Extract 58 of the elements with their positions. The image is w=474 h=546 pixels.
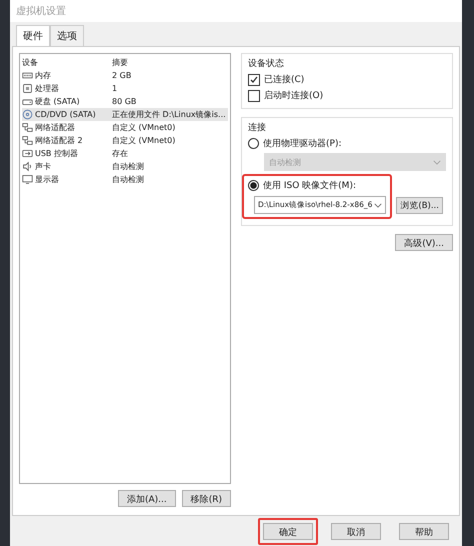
device-name: 硬盘 (SATA) [35,96,80,107]
monitor-icon [22,174,33,185]
device-summary: 存在 [112,148,128,159]
device-name: 处理器 [35,83,59,94]
device-summary: 1 [112,84,118,93]
column-header: 设备 [22,56,39,68]
tab[interactable]: 硬件 [16,25,50,46]
device-row[interactable]: 网络适配器 自定义 (VMnet0) [22,121,228,134]
device-summary: 正在使用文件 D:\Linux镜像is... [112,109,226,120]
group-title: 设备状态 [248,58,285,70]
device-summary: 自动检测 [112,174,144,185]
device-name: CD/DVD (SATA) [35,110,96,119]
device-summary: 自动检测 [112,161,144,172]
disc-icon [22,109,33,120]
browse-button[interactable]: 浏览(B)... [396,197,443,214]
device-row[interactable]: USB 控制器 存在 [22,147,228,160]
dialog-button[interactable]: 帮助 [399,522,449,540]
device-row[interactable]: 处理器 1 [22,82,228,95]
device-name: 网络适配器 2 [35,135,83,146]
dialog-button[interactable]: 确定 [263,522,313,540]
device-summary: 自定义 (VMnet0) [112,122,176,133]
radio-button[interactable] [248,180,259,191]
device-summary: 2 GB [112,71,132,80]
radio-label: 使用物理驱动器(P): [263,138,342,150]
chevron-icon [374,202,382,208]
processor-icon [22,83,33,94]
checkbox-label: 已连接(C) [264,74,304,86]
tab[interactable]: 选项 [50,25,84,46]
window-title: 虚拟机设置 [16,4,66,18]
device-row[interactable]: 网络适配器 2 自定义 (VMnet0) [22,134,228,147]
device-row[interactable]: 声卡 自动检测 [22,160,228,173]
device-name: USB 控制器 [35,148,78,159]
radio-label: 使用 ISO 映像文件(M): [263,180,356,192]
device-name: 内存 [35,70,51,81]
device-name: 声卡 [35,161,51,172]
checkbox-label: 启动时连接(O) [264,90,324,102]
device-button[interactable]: 移除(R) [182,490,231,507]
usb-icon [22,148,33,159]
network-icon [22,135,33,146]
device-row[interactable]: 显示器 自动检测 [22,173,228,186]
network-icon [22,122,33,133]
advanced-button[interactable]: 高级(V)... [395,234,453,251]
speaker-icon [22,161,33,172]
device-button[interactable]: 添加(A)... [118,490,176,507]
memory-icon [22,70,33,81]
group-title: 连接 [248,122,267,134]
chevron-icon [433,160,441,164]
device-row[interactable]: CD/DVD (SATA) 正在使用文件 D:\Linux镜像is... [22,108,228,121]
device-summary: 自定义 (VMnet0) [112,135,176,146]
device-row[interactable]: 硬盘 (SATA) 80 GB [22,95,228,108]
checkbox[interactable] [248,90,260,102]
device-name: 显示器 [35,174,59,185]
dialog-button[interactable]: 取消 [331,522,381,540]
device-name: 网络适配器 [35,122,75,133]
device-row[interactable]: 内存 2 GB [22,69,228,82]
column-header: 摘要 [112,56,128,68]
device-summary: 80 GB [112,97,136,106]
checkbox[interactable] [248,74,260,86]
